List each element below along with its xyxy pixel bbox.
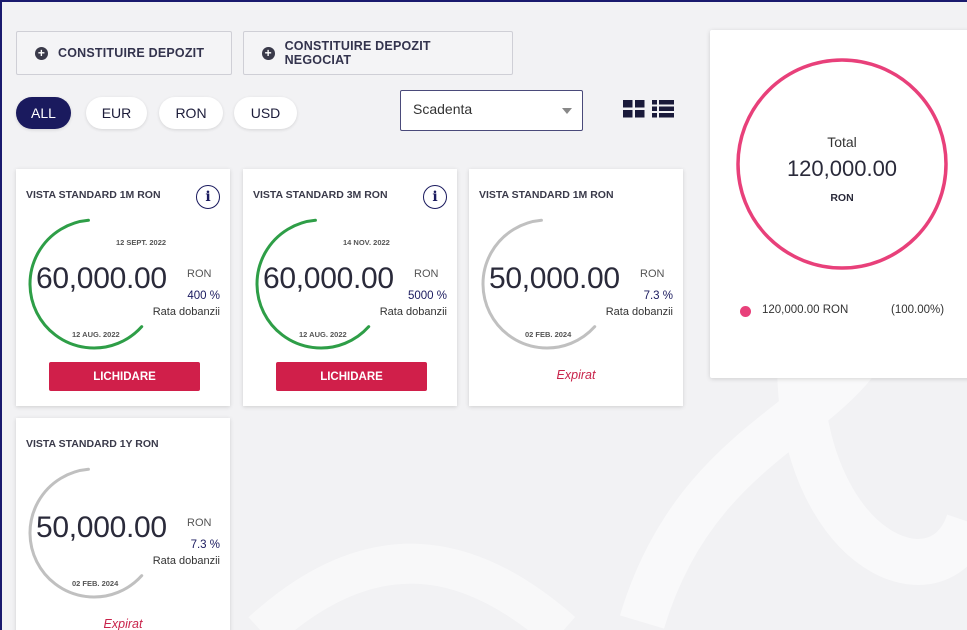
interest-rate: 400 % <box>187 290 220 302</box>
plus-circle-icon: + <box>262 46 275 60</box>
filter-ron[interactable]: RON <box>159 97 223 129</box>
interest-rate-label: Rata dobanzii <box>379 306 447 318</box>
deposit-title: VISTA STANDARD 1M RON <box>26 189 161 201</box>
maturity-date: 12 SEPT. 2022 <box>116 238 167 247</box>
deposit-currency: RON <box>640 268 665 280</box>
create-negotiated-deposit-button[interactable]: + CONSTITUIRE DEPOZIT NEGOCIAT <box>243 31 513 75</box>
start-date: 12 AUG. 2022 <box>299 330 347 339</box>
info-icon[interactable]: i <box>196 185 220 209</box>
plus-circle-icon: + <box>35 46 48 60</box>
total-summary-card: Total 120,000.00 RON 120,000.00 RON (100… <box>710 30 967 378</box>
deposit-card: VISTA STANDARD 1Y RON 50,000.00 RON 7.3 … <box>16 418 230 630</box>
interest-rate-label: Rata dobanzii <box>152 555 220 567</box>
liquidate-button[interactable]: LICHIDARE <box>49 362 200 391</box>
deposit-title: VISTA STANDARD 1M RON <box>479 189 614 201</box>
status-expired: Expirat <box>556 368 596 382</box>
deposit-card: VISTA STANDARD 1M RON i 12 SEPT. 2022 60… <box>16 169 230 406</box>
deposit-amount: 60,000.00 <box>263 262 394 295</box>
deposit-amount: 50,000.00 <box>489 262 620 295</box>
deposit-currency: RON <box>187 517 212 529</box>
start-date: 12 AUG. 2022 <box>72 330 120 339</box>
status-expired: Expirat <box>103 617 143 630</box>
maturity-date: 14 NOV. 2022 <box>343 238 390 247</box>
grid-view-icon[interactable] <box>623 100 645 118</box>
deposit-title: VISTA STANDARD 1Y RON <box>26 438 159 450</box>
start-date: 02 FEB. 2024 <box>525 330 572 339</box>
total-value: 120,000.00 <box>786 156 898 181</box>
filter-usd[interactable]: USD <box>234 97 297 129</box>
interest-rate: 7.3 % <box>190 539 220 551</box>
sort-select[interactable]: Scadenta <box>400 90 583 131</box>
legend-amount: 120,000.00 RON <box>762 304 849 316</box>
start-date: 02 FEB. 2024 <box>72 579 119 588</box>
create-deposit-button[interactable]: + CONSTITUIRE DEPOZIT <box>16 31 232 75</box>
legend-dot <box>740 306 751 317</box>
create-negotiated-deposit-label: CONSTITUIRE DEPOZIT NEGOCIAT <box>284 39 431 67</box>
interest-rate: 5000 % <box>407 290 447 302</box>
list-view-icon[interactable] <box>652 100 674 118</box>
deposit-currency: RON <box>187 268 212 280</box>
interest-rate: 7.3 % <box>643 290 673 302</box>
deposit-card: VISTA STANDARD 3M RON i 14 NOV. 2022 60,… <box>243 169 457 406</box>
create-deposit-label: CONSTITUIRE DEPOZIT <box>58 46 205 60</box>
legend-percent: (100.00%) <box>891 304 945 316</box>
total-label: Total <box>827 134 857 150</box>
liquidate-button[interactable]: LICHIDARE <box>276 362 427 391</box>
info-icon[interactable]: i <box>423 185 447 209</box>
deposit-currency: RON <box>414 268 439 280</box>
interest-rate-label: Rata dobanzii <box>152 306 220 318</box>
deposit-card: VISTA STANDARD 1M RON 50,000.00 RON 7.3 … <box>469 169 683 406</box>
deposit-amount: 60,000.00 <box>36 262 167 295</box>
sort-select-value: Scadenta <box>413 101 473 117</box>
total-currency: RON <box>830 192 854 204</box>
filter-all[interactable]: ALL <box>16 97 71 129</box>
chevron-down-icon <box>562 108 572 114</box>
deposit-title: VISTA STANDARD 3M RON <box>253 189 388 201</box>
filter-eur[interactable]: EUR <box>86 97 147 129</box>
interest-rate-label: Rata dobanzii <box>605 306 673 318</box>
deposit-amount: 50,000.00 <box>36 511 167 544</box>
